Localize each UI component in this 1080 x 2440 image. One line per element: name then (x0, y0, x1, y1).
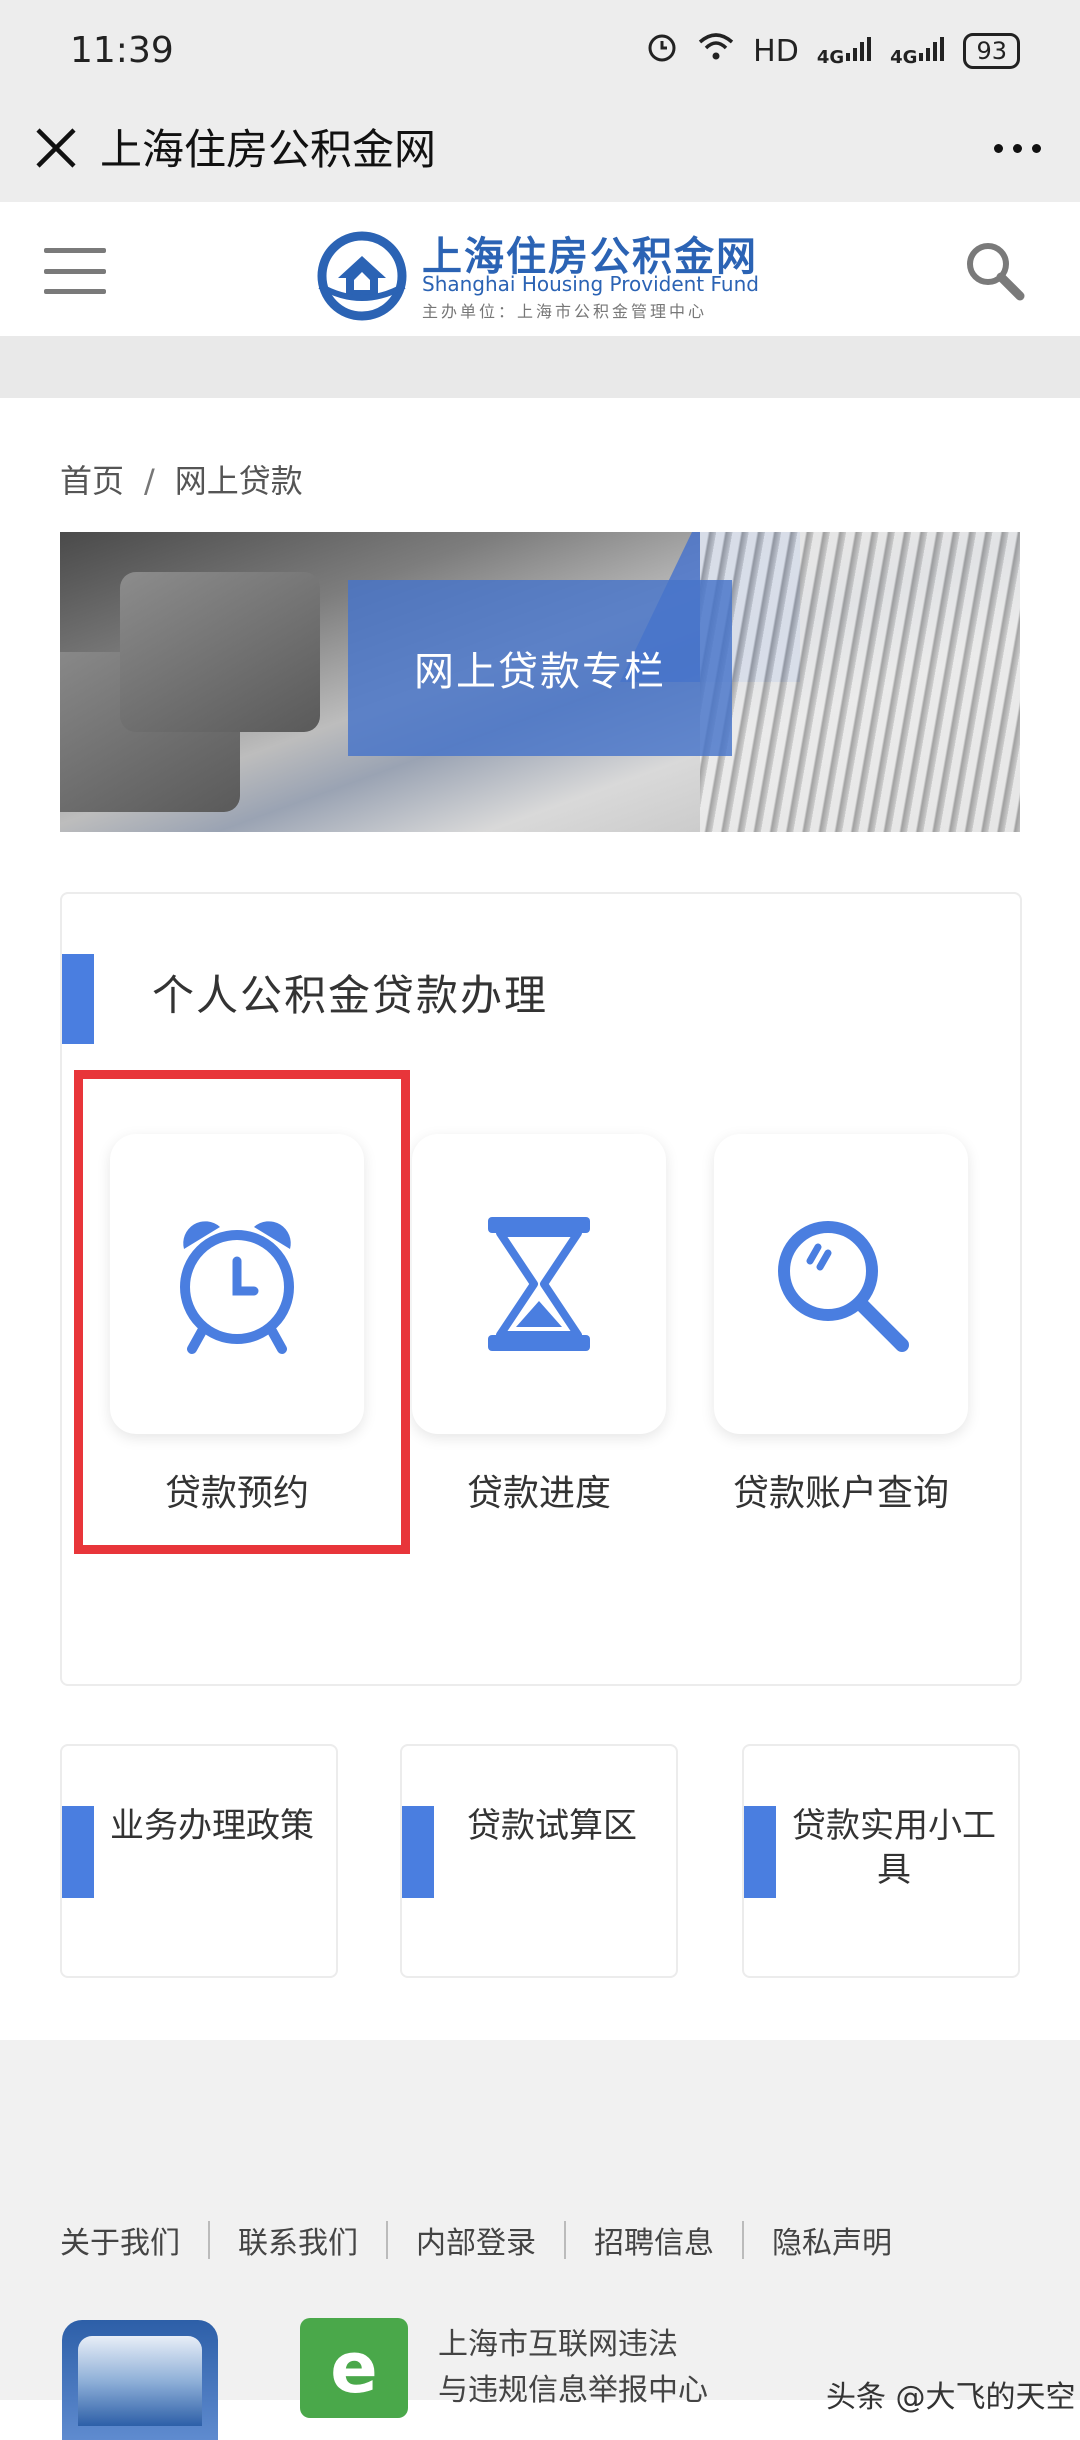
search-button[interactable] (960, 236, 1030, 306)
watermark: 头条 @大飞的天空 (826, 2380, 1076, 2415)
banner-title: 网上贷款专栏 (348, 580, 732, 756)
more-dot-icon (1031, 143, 1041, 153)
footer-link-privacy[interactable]: 隐私声明 (772, 2218, 892, 2262)
banner-key-shape (120, 572, 320, 732)
signal-4g-2: 4G (890, 35, 945, 68)
house-emblem-icon (317, 231, 407, 321)
logo-host-unit: 主办单位：上海市公积金管理中心 (422, 302, 708, 321)
footer-link-divider (386, 2221, 388, 2259)
quick-link-policy[interactable] (60, 1744, 338, 1978)
breadcrumb: 首页 / 网上贷款 (60, 456, 303, 502)
menu-button[interactable] (44, 248, 106, 294)
quick-link-calculator[interactable] (400, 1744, 678, 1978)
footer-link-divider (208, 2221, 210, 2259)
menu-line-icon (44, 289, 106, 294)
breadcrumb-separator: / (144, 462, 155, 500)
hd-indicator: HD (753, 33, 799, 69)
footer-link-divider (742, 2221, 744, 2259)
signal-4g-1: 4G (817, 35, 872, 68)
section-title: 个人公积金贷款办理 (152, 971, 549, 1020)
menu-line-icon (44, 268, 106, 274)
wifi-icon (697, 32, 735, 70)
banner-stripes (700, 532, 1020, 832)
footer-link-about[interactable]: 关于我们 (60, 2218, 180, 2262)
report-center-text[interactable]: 上海市互联网违法 与违规信息举报中心 (438, 2322, 708, 2414)
battery-indicator: 93 (963, 33, 1020, 69)
more-dot-icon (993, 143, 1003, 153)
alarm-status-icon (645, 30, 679, 72)
footer-link-contact[interactable]: 联系我们 (238, 2218, 358, 2262)
close-button[interactable] (28, 120, 84, 176)
quick-link-calculator-label[interactable]: 贷款试算区 (444, 1804, 660, 1848)
report-center-line-2: 与违规信息举报中心 (438, 2373, 708, 2408)
loan-account-query-tile[interactable] (714, 1134, 968, 1434)
breadcrumb-current: 网上贷款 (174, 462, 303, 500)
magnifier-icon (778, 1221, 909, 1352)
quick-link-accent (744, 1806, 776, 1898)
more-options-button[interactable] (982, 120, 1052, 176)
site-logo[interactable]: 上海住房公积金网 Shanghai Housing Provident Fund… (316, 224, 766, 324)
breadcrumb-home-link[interactable]: 首页 (60, 462, 124, 500)
report-center-logo-icon[interactable]: e (300, 2318, 408, 2418)
quick-link-policy-label[interactable]: 业务办理政策 (104, 1804, 320, 1848)
menu-line-icon (44, 248, 106, 253)
hourglass-icon (488, 1217, 590, 1351)
loan-account-query-label[interactable]: 贷款账户查询 (691, 1464, 991, 1516)
quick-link-accent (402, 1806, 434, 1898)
footer-links: 关于我们 联系我们 内部登录 招聘信息 隐私声明 (60, 2218, 892, 2262)
quick-link-tools-label[interactable]: 贷款实用小工具 (786, 1804, 1002, 1892)
footer-link-jobs[interactable]: 招聘信息 (594, 2218, 714, 2262)
page-title: 上海住房公积金网 (100, 125, 437, 174)
highlight-annotation-box (74, 1070, 410, 1554)
loan-progress-label[interactable]: 贷款进度 (389, 1464, 689, 1516)
government-emblem-inner (78, 2336, 202, 2426)
section-accent-bar (62, 954, 94, 1044)
loan-progress-tile[interactable] (412, 1134, 666, 1434)
footer-top-strip (0, 2040, 1080, 2100)
header-divider-strip (0, 336, 1080, 398)
status-indicators: HD 4G 4G 93 (645, 30, 1020, 72)
report-center-line-1: 上海市互联网违法 (438, 2327, 678, 2362)
quick-link-accent (62, 1806, 94, 1898)
close-icon (36, 128, 76, 168)
search-icon (967, 243, 1025, 301)
footer-link-divider (564, 2221, 566, 2259)
more-dot-icon (1012, 143, 1022, 153)
footer-link-internal-login[interactable]: 内部登录 (416, 2218, 536, 2262)
logo-english-name: Shanghai Housing Provident Fund (422, 272, 759, 296)
status-time: 11:39 (70, 30, 174, 71)
